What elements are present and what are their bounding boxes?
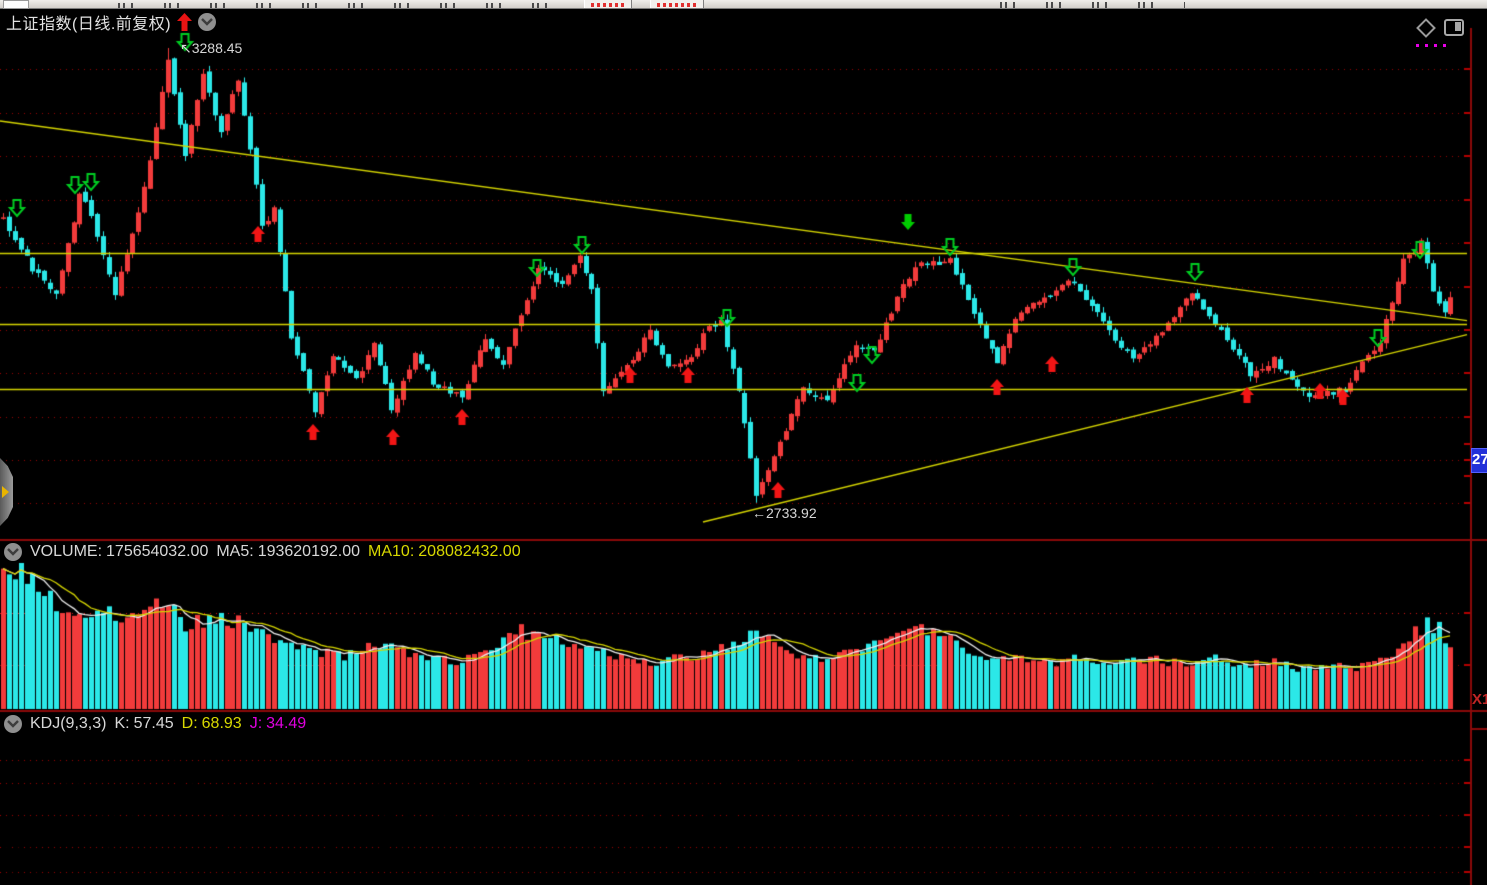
app-icon	[3, 0, 29, 9]
chevron-down-icon	[7, 720, 19, 728]
menubar-button-1-label	[591, 3, 625, 7]
collapse-main-pane-button[interactable]	[198, 13, 216, 31]
x-zoom-indicator: X1	[1472, 691, 1487, 707]
volume-ma5-value: 193620192.00	[258, 543, 360, 561]
chart-header: 上证指数(日线.前复权)	[6, 10, 216, 34]
kdj-label: KDJ(9,3,3)	[30, 715, 106, 733]
volume-ma5-label: MA5:	[216, 543, 253, 561]
top-menubar[interactable]	[0, 0, 1487, 9]
menubar-button-2[interactable]	[650, 0, 704, 8]
kdj-j-label: J:	[250, 715, 262, 733]
axis-price-tag: 27	[1471, 448, 1487, 473]
volume-ma10-label: MA10:	[368, 543, 414, 561]
menu-items-cutoff-right	[1000, 2, 1185, 8]
volume-value: 175654032.00	[106, 543, 208, 561]
menu-items-cutoff	[118, 3, 568, 8]
kdj-d-label: D:	[182, 715, 198, 733]
split-window-icon[interactable]	[1444, 19, 1464, 36]
magenta-dots-marker	[1416, 44, 1446, 47]
kdj-d-value: 68.93	[202, 715, 242, 733]
collapse-volume-pane-button[interactable]	[4, 543, 22, 561]
expand-triangle-icon	[2, 486, 9, 498]
kdj-j-value: 34.49	[266, 715, 306, 733]
volume-label: VOLUME:	[30, 543, 102, 561]
menubar-button-2-label	[657, 3, 697, 7]
kdj-pane-header: KDJ(9,3,3) K: 57.45 D: 68.93 J: 34.49	[0, 715, 306, 733]
chart-title: 上证指数(日线.前复权)	[6, 10, 171, 34]
split-window-icon-fill	[1455, 22, 1461, 31]
chart-canvas[interactable]	[0, 0, 1487, 885]
trading-app-window: { "chart_header": { "title": "上证指数(日线.前复…	[0, 0, 1487, 885]
menubar-button-1[interactable]	[584, 0, 632, 8]
high-price-label: ↖3288.45	[180, 40, 242, 57]
kdj-k-label: K:	[114, 715, 129, 733]
volume-pane-header: VOLUME: 175654032.00 MA5: 193620192.00 M…	[0, 543, 521, 561]
volume-ma10-value: 208082432.00	[418, 543, 520, 561]
chevron-down-icon	[201, 18, 213, 26]
kdj-k-value: 57.45	[134, 715, 174, 733]
red-up-arrow-icon	[177, 13, 192, 31]
low-price-label: ←2733.92	[752, 505, 817, 521]
collapse-kdj-pane-button[interactable]	[4, 715, 22, 733]
chevron-down-icon	[7, 548, 19, 556]
